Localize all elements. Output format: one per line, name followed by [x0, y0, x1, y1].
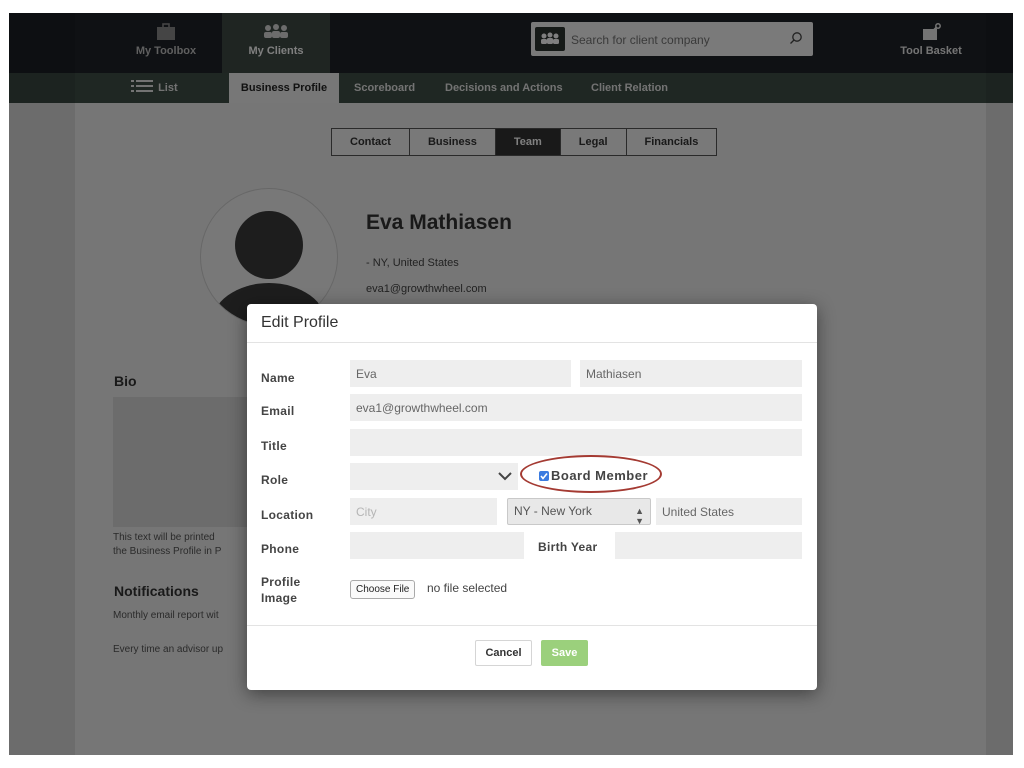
right-gutter — [986, 13, 1013, 755]
location-label: Location — [261, 508, 314, 522]
cancel-button[interactable]: Cancel — [475, 640, 532, 666]
screen: My Toolbox My Clients — [0, 0, 1024, 768]
title-input[interactable] — [350, 429, 802, 456]
modal-title: Edit Profile — [261, 314, 339, 331]
left-gutter — [9, 13, 75, 755]
birth-year-input[interactable] — [615, 532, 802, 559]
modal-footer-divider — [247, 625, 817, 626]
profile-image-label-line1: Profile — [261, 575, 301, 589]
role-label: Role — [261, 473, 289, 487]
country-input[interactable] — [656, 498, 802, 525]
phone-input[interactable] — [350, 532, 524, 559]
chevron-down-icon — [498, 472, 512, 481]
updown-arrows-icon-down: ▼ — [635, 516, 644, 526]
name-label: Name — [261, 371, 295, 385]
title-label: Title — [261, 439, 287, 453]
state-value: NY - New York — [514, 504, 592, 518]
role-select[interactable] — [350, 463, 518, 490]
choose-file-button[interactable]: Choose File — [350, 580, 416, 599]
highlight-ring — [520, 455, 662, 493]
email-input[interactable] — [350, 394, 802, 421]
state-select[interactable]: NY - New York ▲ ▼ — [507, 498, 651, 526]
save-button[interactable]: Save — [541, 640, 588, 666]
profile-image-label-line2: Image — [261, 591, 298, 605]
modal-header-divider — [247, 342, 817, 343]
city-input[interactable] — [350, 498, 497, 525]
app-window: My Toolbox My Clients — [9, 13, 1013, 755]
last-name-input[interactable] — [580, 360, 802, 387]
first-name-input[interactable] — [350, 360, 571, 387]
birth-year-label: Birth Year — [538, 540, 598, 554]
phone-label: Phone — [261, 542, 300, 556]
email-label: Email — [261, 404, 295, 418]
profile-image-label: Profile Image — [261, 574, 300, 606]
file-status: no file selected — [427, 581, 508, 595]
edit-profile-modal: Edit Profile Name Email Title Role Board… — [247, 304, 817, 690]
